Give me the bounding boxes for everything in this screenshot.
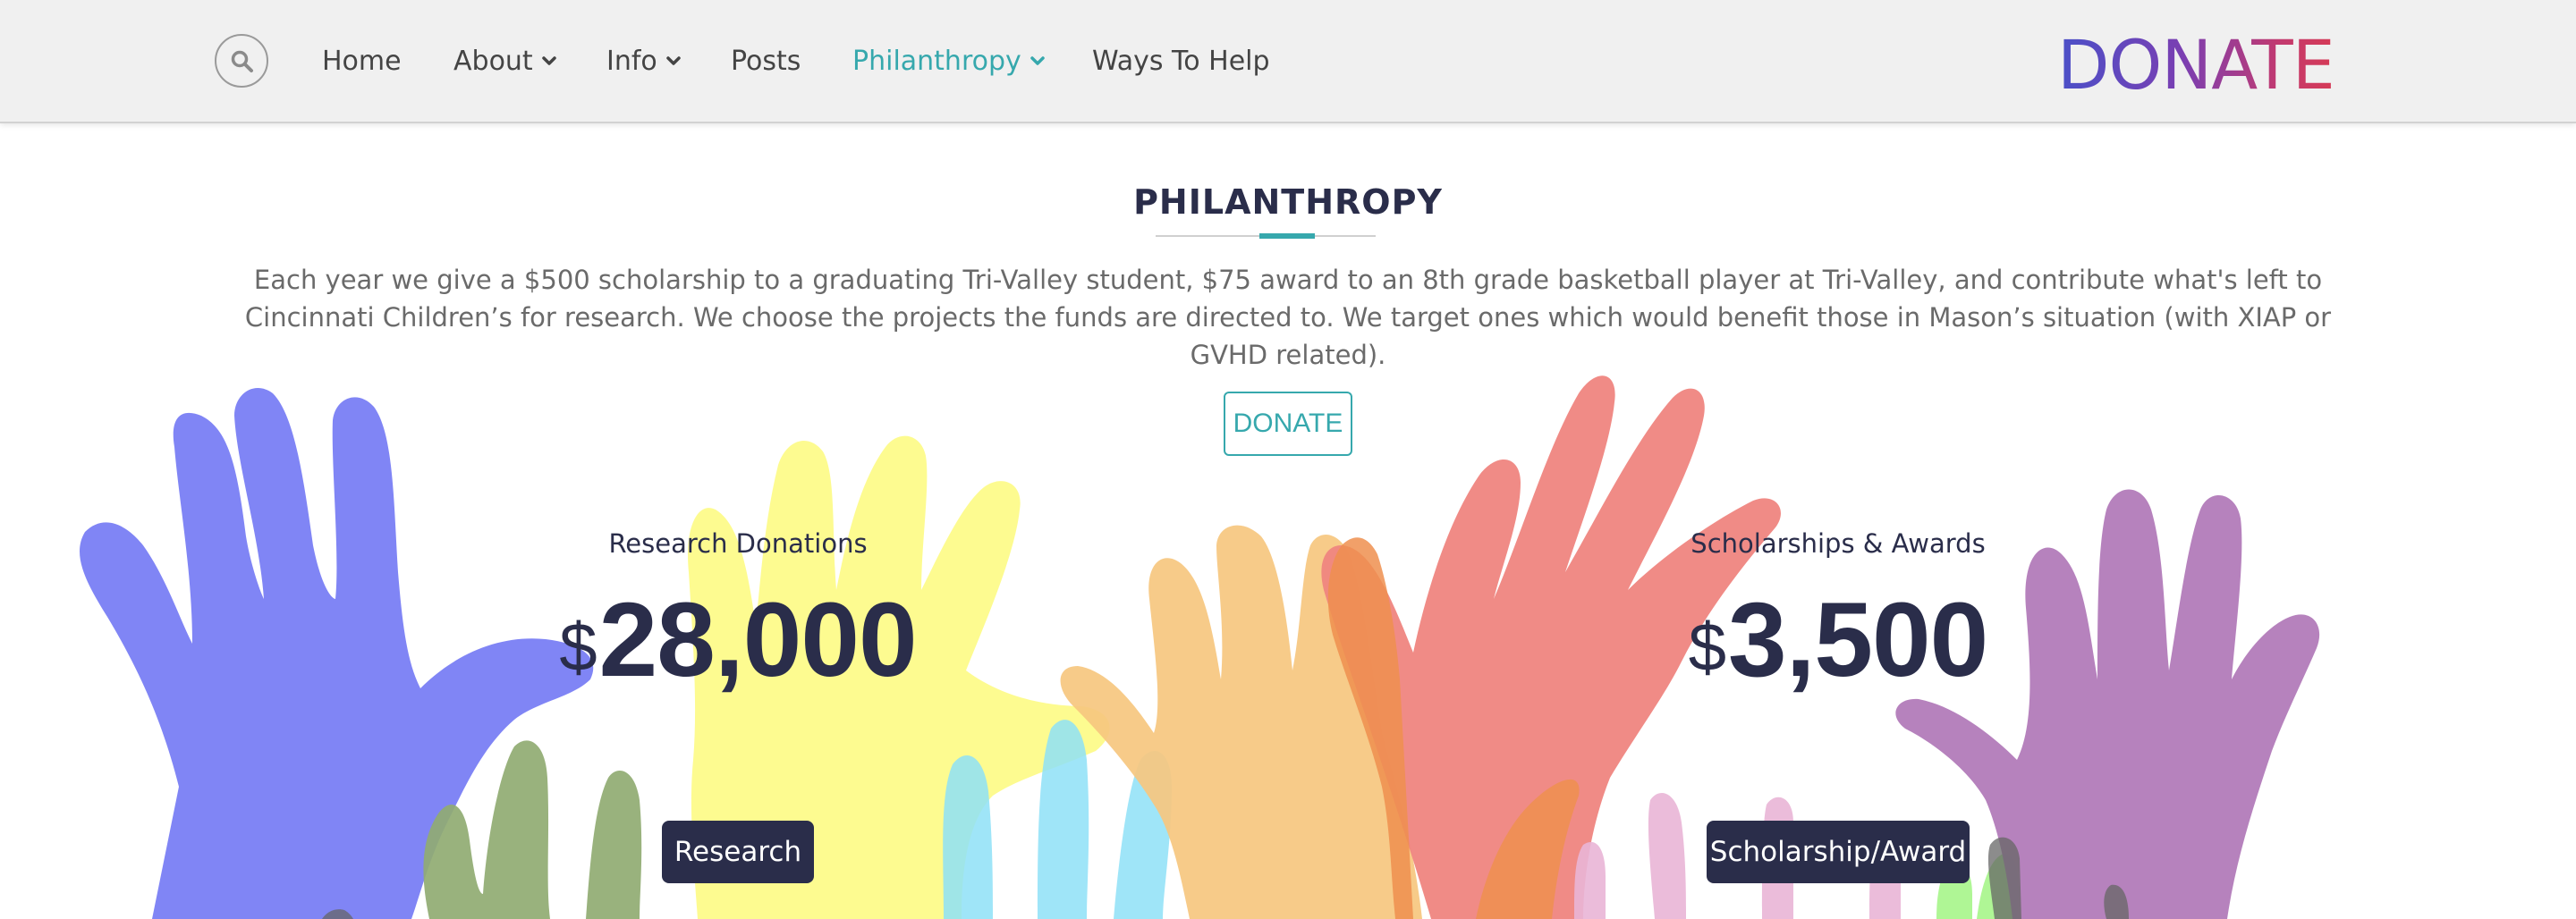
nav-item-philanthropy-label: Philanthropy <box>852 45 1021 77</box>
nav-item-home[interactable]: Home <box>322 41 402 80</box>
donate-logo-link[interactable]: DONATE <box>2057 25 2335 105</box>
nav-item-ways-to-help[interactable]: Ways To Help <box>1092 41 1270 80</box>
page-title: PHILANTHROPY <box>1133 182 1443 222</box>
amount-value: 3,500 <box>1727 581 1988 699</box>
nav-item-about[interactable]: About <box>453 41 557 80</box>
nav-item-philanthropy[interactable]: Philanthropy <box>852 41 1046 80</box>
scholarship-award-button[interactable]: Scholarship/Award <box>1707 821 1970 883</box>
nav-item-about-label: About <box>453 45 533 77</box>
scholarships-awards-label: Scholarships & Awards <box>1690 528 1986 559</box>
research-button[interactable]: Research <box>662 821 814 883</box>
philanthropy-section: PHILANTHROPY Each year we give a $500 sc… <box>0 0 2576 919</box>
currency-symbol: $ <box>559 610 597 686</box>
donate-button[interactable]: DONATE <box>1224 392 1352 456</box>
chevron-down-icon <box>1030 56 1045 65</box>
nav-item-ways-to-help-label: Ways To Help <box>1092 45 1270 77</box>
nav-item-posts[interactable]: Posts <box>731 41 801 80</box>
research-donations-amount: $28,000 <box>470 579 1006 701</box>
search-button[interactable] <box>215 34 268 88</box>
nav-item-home-label: Home <box>322 45 402 77</box>
research-donations-label: Research Donations <box>608 528 868 559</box>
chevron-down-icon <box>666 56 681 65</box>
scholarships-awards-amount: $3,500 <box>1570 579 2106 701</box>
currency-symbol: $ <box>1688 610 1726 686</box>
nav-item-info[interactable]: Info <box>606 41 682 80</box>
nav-item-info-label: Info <box>606 45 657 77</box>
top-navigation-bar: Home About Info Posts Philanthropy Ways … <box>0 0 2576 123</box>
nav-item-posts-label: Posts <box>731 45 801 77</box>
title-accent-bar <box>1259 233 1315 239</box>
search-icon <box>231 50 253 72</box>
chevron-down-icon <box>541 56 556 65</box>
intro-paragraph: Each year we give a $500 scholarship to … <box>244 265 2332 370</box>
amount-value: 28,000 <box>598 581 918 699</box>
